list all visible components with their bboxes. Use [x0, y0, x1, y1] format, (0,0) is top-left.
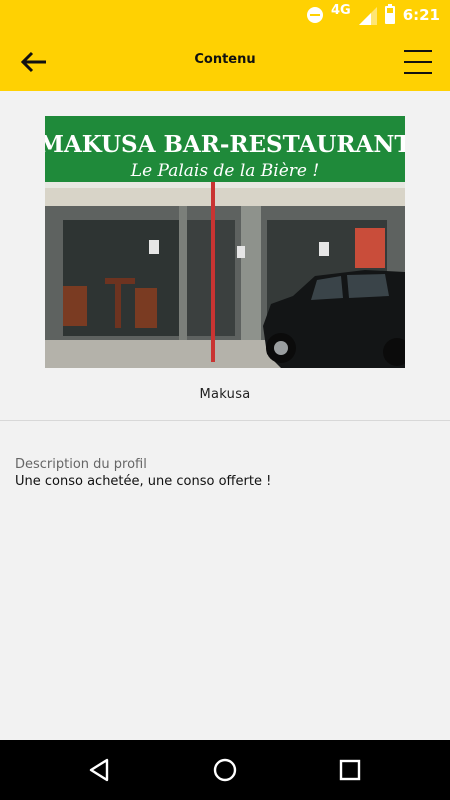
- triangle-back-icon[interactable]: [86, 756, 114, 784]
- app-bar: Contenu: [0, 30, 450, 91]
- description-label: Description du profil: [15, 457, 147, 472]
- sign-title-text: MAKUSA BAR-RESTAURANT: [45, 131, 405, 158]
- square-recents-icon[interactable]: [336, 756, 364, 784]
- do-not-disturb-icon: [306, 7, 323, 23]
- hamburger-menu-icon-line: [404, 61, 432, 63]
- status-icons: 4G 6:21: [306, 2, 440, 26]
- sign-slogan-text: Le Palais de la Bière !: [130, 161, 319, 181]
- photo-caption: Makusa: [199, 387, 251, 402]
- menu-button[interactable]: [402, 46, 434, 78]
- status-bar: 4G 6:21: [0, 0, 450, 30]
- clock: 6:21: [402, 6, 440, 24]
- circle-home-icon[interactable]: [211, 756, 239, 784]
- page-title: Contenu: [194, 52, 256, 67]
- signal-icon: [358, 7, 377, 25]
- content-area: MAKUSA BAR-RESTAURANT Le Palais de la Bi…: [0, 91, 450, 740]
- navigation-bar: [0, 740, 450, 800]
- battery-icon: [384, 4, 395, 24]
- hamburger-menu-icon-line: [404, 72, 432, 74]
- description-text: Une conso achetée, une conso offerte !: [15, 474, 272, 489]
- divider: [0, 420, 450, 421]
- hamburger-menu-icon-line: [404, 50, 432, 52]
- restaurant-photo: MAKUSA BAR-RESTAURANT Le Palais de la Bi…: [45, 116, 405, 368]
- restaurant-facade-image: MAKUSA BAR-RESTAURANT Le Palais de la Bi…: [45, 116, 405, 368]
- network-type: 4G: [330, 2, 351, 18]
